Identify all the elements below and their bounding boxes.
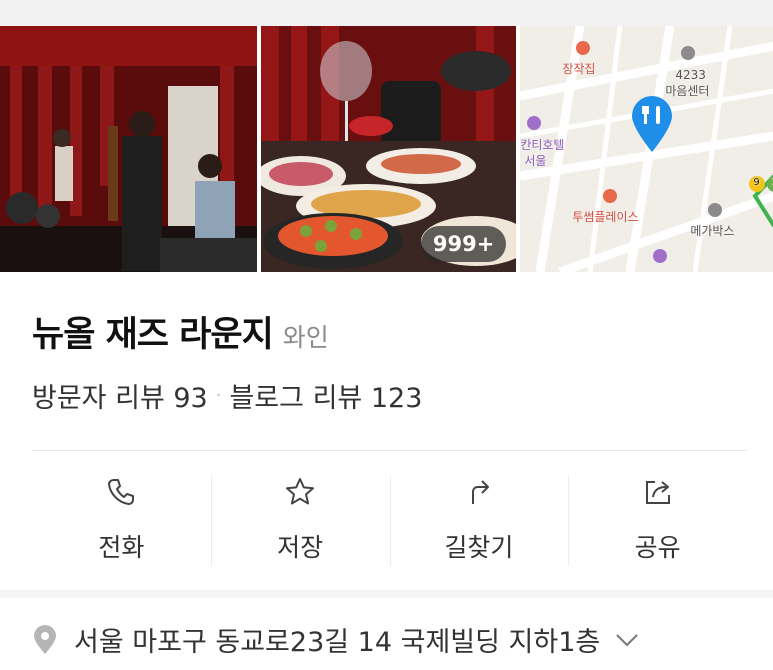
map-label-twosome: 투썸플레이스 — [572, 210, 639, 224]
call-button[interactable]: 전화 — [32, 474, 211, 568]
photo-gallery[interactable]: 999+ 장작집 4233 마음센터 칸티호텔 서울 투썸플레이스 메가박스 9 — [0, 26, 773, 272]
save-button[interactable]: 저장 — [210, 474, 390, 568]
photo-stage[interactable] — [0, 26, 257, 272]
call-label: 전화 — [98, 533, 145, 562]
directions-icon — [471, 480, 489, 504]
map-label-route-9: 9 — [753, 177, 760, 188]
section-separator — [0, 590, 773, 598]
location-pin-icon — [34, 624, 56, 654]
phone-icon — [108, 479, 135, 505]
share-label: 공유 — [634, 533, 681, 562]
stage-photo-image — [0, 26, 257, 272]
visitor-review-link[interactable]: 방문자 리뷰 93 — [32, 376, 208, 415]
share-button[interactable]: 공유 — [568, 474, 747, 568]
chevron-down-icon[interactable] — [614, 631, 640, 649]
photo-count-badge[interactable]: 999+ — [420, 226, 507, 262]
address-row[interactable]: 서울 마포구 동교로23길 14 국제빌딩 지하1층 — [32, 620, 640, 659]
share-icon — [645, 481, 670, 504]
map-thumbnail[interactable]: 장작집 4233 마음센터 칸티호텔 서울 투썸플레이스 메가박스 9 1 — [520, 26, 773, 272]
photo-food[interactable]: 999+ — [260, 26, 517, 272]
directions-button[interactable]: 길찾기 — [389, 474, 569, 568]
blog-review-link[interactable]: 블로그 리뷰 123 — [229, 376, 422, 415]
title-row: 뉴올 재즈 라운지 와인 — [32, 306, 329, 357]
reviews-row: 방문자 리뷰 93 · 블로그 리뷰 123 — [32, 376, 422, 415]
map-pin-icon — [632, 96, 673, 152]
place-name: 뉴올 재즈 라운지 — [32, 315, 274, 355]
save-label: 저장 — [277, 533, 324, 562]
map-label-4233: 4233 — [675, 68, 706, 82]
map-label-jangjakjip: 장작집 — [562, 62, 596, 76]
review-separator: · — [215, 385, 222, 406]
map-label-seoul: 서울 — [524, 154, 547, 168]
star-icon — [286, 478, 315, 505]
address-text: 서울 마포구 동교로23길 14 국제빌딩 지하1층 — [74, 627, 601, 658]
directions-label: 길찾기 — [444, 533, 514, 562]
place-category: 와인 — [282, 323, 329, 352]
top-strip — [0, 0, 773, 26]
map-label-megabox: 메가박스 — [690, 224, 735, 238]
divider — [32, 450, 747, 451]
action-bar: 전화 저장 길찾기 공유 — [32, 474, 747, 568]
map-label-hotel: 칸티호텔 — [520, 138, 565, 152]
